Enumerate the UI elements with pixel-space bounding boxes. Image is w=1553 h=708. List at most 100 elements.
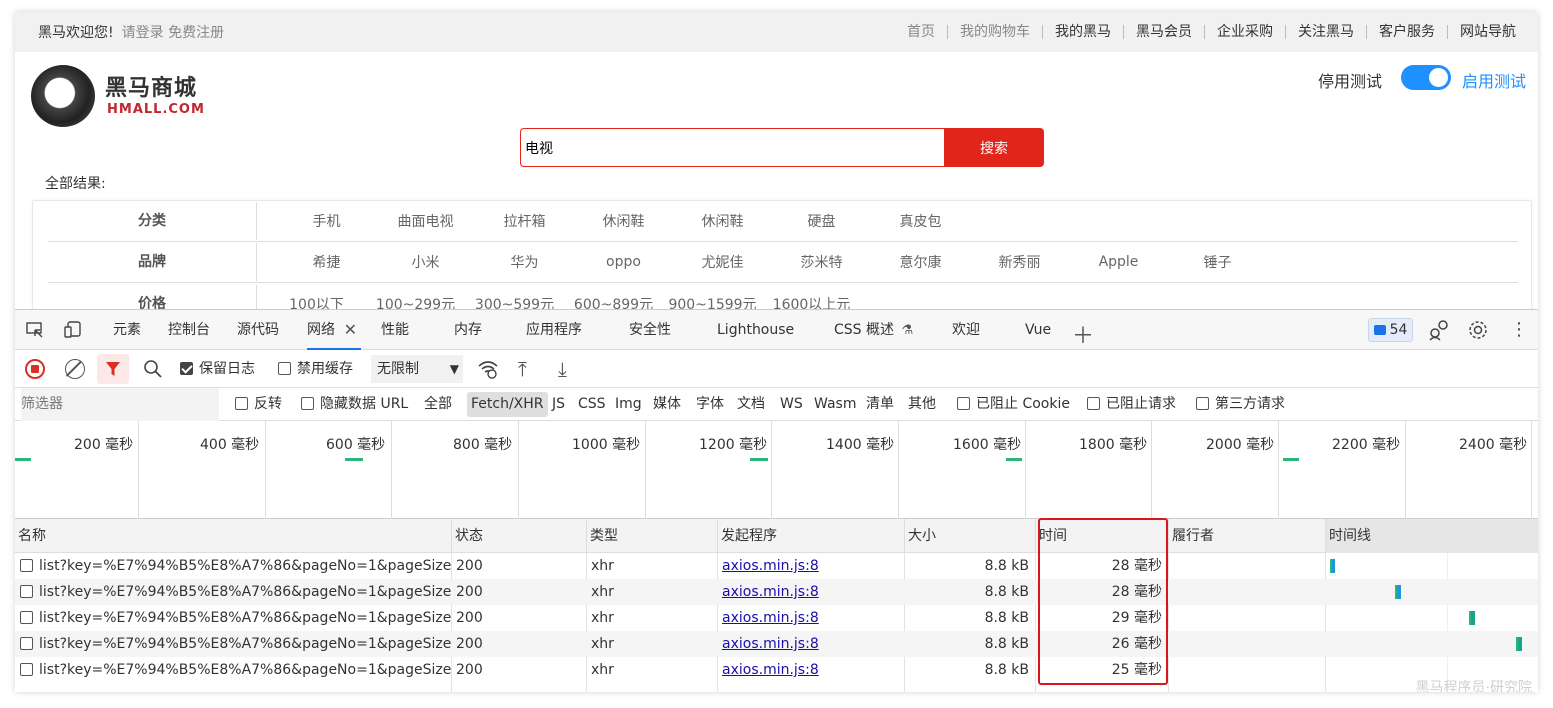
filter-option[interactable]: 休闲鞋 <box>673 211 772 231</box>
type-filter-fetch-xhr[interactable]: Fetch/XHR <box>467 392 548 417</box>
top-link-enterprise[interactable]: 企业采购 <box>1204 25 1285 39</box>
tab-application[interactable]: 应用程序 <box>526 310 582 350</box>
table-row[interactable]: list?key=%E7%94%B5%E8%A7%86&pageNo=1&pag… <box>15 631 1538 657</box>
column-fulfilled-by[interactable]: 履行者 <box>1168 519 1214 553</box>
initiator-link[interactable]: axios.min.js:8 <box>722 558 819 574</box>
search-input[interactable]: 电视 <box>520 128 945 167</box>
type-filter-css[interactable]: CSS <box>578 388 606 421</box>
issues-badge[interactable]: 54 <box>1368 318 1413 342</box>
disable-cache-checkbox[interactable] <box>278 362 291 375</box>
invert-option[interactable]: 反转 <box>235 388 282 421</box>
type-filter-ws[interactable]: WS <box>780 388 803 421</box>
table-row[interactable]: list?key=%E7%94%B5%E8%A7%86&pageNo=1&pag… <box>15 579 1538 605</box>
request-name-cell[interactable]: list?key=%E7%94%B5%E8%A7%86&pageNo=1&pag… <box>15 657 451 683</box>
blocked-requests-option[interactable]: 已阻止请求 <box>1087 388 1176 421</box>
type-filter-media[interactable]: 媒体 <box>653 388 681 421</box>
filter-option[interactable]: 真皮包 <box>871 211 970 231</box>
device-toolbar-icon[interactable] <box>63 320 83 340</box>
top-link-follow[interactable]: 关注黑马 <box>1285 25 1366 39</box>
table-row[interactable]: list?key=%E7%94%B5%E8%A7%86&pageNo=1&pag… <box>15 553 1538 579</box>
request-name-cell[interactable]: list?key=%E7%94%B5%E8%A7%86&pageNo=1&pag… <box>15 605 451 631</box>
initiator-link[interactable]: axios.min.js:8 <box>722 662 819 678</box>
request-name-cell[interactable]: list?key=%E7%94%B5%E8%A7%86&pageNo=1&pag… <box>15 553 451 579</box>
filter-option[interactable]: 新秀丽 <box>970 252 1069 272</box>
row-checkbox[interactable] <box>20 585 33 598</box>
preserve-log-checkbox[interactable] <box>180 362 193 375</box>
tab-welcome[interactable]: 欢迎 <box>952 310 980 350</box>
search-icon[interactable] <box>143 359 163 383</box>
tab-network[interactable]: 网络 ✕ <box>307 310 361 350</box>
type-filter-font[interactable]: 字体 <box>696 388 724 421</box>
settings-gear-icon[interactable] <box>1467 319 1489 341</box>
filter-option[interactable]: 华为 <box>475 252 574 272</box>
third-party-option[interactable]: 第三方请求 <box>1196 388 1285 421</box>
filter-option[interactable]: 休闲鞋 <box>574 211 673 231</box>
column-initiator[interactable]: 发起程序 <box>717 519 777 553</box>
top-link-my-heima[interactable]: 我的黑马 <box>1042 25 1123 39</box>
type-filter-doc[interactable]: 文档 <box>737 388 765 421</box>
network-conditions-icon[interactable] <box>477 358 499 384</box>
type-filter-wasm[interactable]: Wasm <box>814 388 856 421</box>
preserve-log-option[interactable]: 保留日志 <box>180 350 255 388</box>
blocked-cookie-checkbox[interactable] <box>957 397 970 410</box>
filter-input[interactable]: 筛选器 <box>21 388 219 421</box>
invert-checkbox[interactable] <box>235 397 248 410</box>
top-link-service[interactable]: 客户服务 <box>1366 25 1447 39</box>
tab-security[interactable]: 安全性 <box>629 310 671 350</box>
tab-sources[interactable]: 源代码 <box>237 310 279 350</box>
row-checkbox[interactable] <box>20 637 33 650</box>
import-har-icon[interactable]: ⤒ <box>518 357 527 381</box>
filter-option[interactable]: 拉杆箱 <box>475 211 574 231</box>
blocked-requests-checkbox[interactable] <box>1087 397 1100 410</box>
tab-performance[interactable]: 性能 <box>381 310 409 350</box>
column-waterfall[interactable]: 时间线 <box>1325 519 1538 553</box>
initiator-link[interactable]: axios.min.js:8 <box>722 610 819 626</box>
hide-data-url-option[interactable]: 隐藏数据 URL <box>301 388 408 421</box>
hide-data-url-checkbox[interactable] <box>301 397 314 410</box>
tab-memory[interactable]: 内存 <box>454 310 482 350</box>
tab-elements[interactable]: 元素 <box>113 310 141 350</box>
row-checkbox[interactable] <box>20 611 33 624</box>
heima-logo-icon[interactable] <box>31 65 95 127</box>
close-tab-icon[interactable]: ✕ <box>344 310 357 350</box>
filter-option[interactable]: Apple <box>1069 254 1168 270</box>
filter-option[interactable]: 尤妮佳 <box>673 252 772 272</box>
type-filter-img[interactable]: Img <box>615 388 642 421</box>
third-party-checkbox[interactable] <box>1196 397 1209 410</box>
row-checkbox[interactable] <box>20 559 33 572</box>
row-checkbox[interactable] <box>20 663 33 676</box>
column-status[interactable]: 状态 <box>451 519 483 553</box>
connections-icon[interactable] <box>1428 319 1450 341</box>
filter-option[interactable]: 锤子 <box>1168 252 1267 272</box>
column-type[interactable]: 类型 <box>586 519 618 553</box>
type-filter-all[interactable]: 全部 <box>424 388 452 421</box>
login-register-link[interactable]: 请登录 免费注册 <box>122 22 224 42</box>
export-har-icon[interactable]: ⤓ <box>558 357 567 381</box>
filter-option[interactable]: 希捷 <box>277 252 376 272</box>
table-row[interactable]: list?key=%E7%94%B5%E8%A7%86&pageNo=1&pag… <box>15 605 1538 631</box>
filter-option[interactable]: 曲面电视 <box>376 211 475 231</box>
inspect-element-icon[interactable] <box>25 320 45 340</box>
tab-vue[interactable]: Vue <box>1025 310 1051 350</box>
top-link-cart[interactable]: 我的购物车 <box>947 25 1042 39</box>
filter-option[interactable]: 手机 <box>277 211 376 231</box>
throttle-select[interactable]: 无限制 ▼ <box>371 355 463 383</box>
filter-option[interactable]: 意尔康 <box>871 252 970 272</box>
test-toggle-switch[interactable] <box>1401 65 1451 90</box>
initiator-link[interactable]: axios.min.js:8 <box>722 636 819 652</box>
filter-option[interactable]: oppo <box>574 254 673 270</box>
request-name-cell[interactable]: list?key=%E7%94%B5%E8%A7%86&pageNo=1&pag… <box>15 631 451 657</box>
top-link-sitemap[interactable]: 网站导航 <box>1447 25 1528 39</box>
filter-toggle-icon[interactable] <box>97 354 129 384</box>
top-link-member[interactable]: 黑马会员 <box>1123 25 1204 39</box>
column-name[interactable]: 名称 <box>15 519 46 553</box>
initiator-link[interactable]: axios.min.js:8 <box>722 584 819 600</box>
request-name-cell[interactable]: list?key=%E7%94%B5%E8%A7%86&pageNo=1&pag… <box>15 579 451 605</box>
filter-option[interactable]: 莎米特 <box>772 252 871 272</box>
clear-icon[interactable] <box>65 359 85 379</box>
more-options-icon[interactable]: ⋮ <box>1510 319 1528 340</box>
tab-console[interactable]: 控制台 <box>168 310 210 350</box>
type-filter-manifest[interactable]: 清单 <box>866 388 894 421</box>
type-filter-js[interactable]: JS <box>552 388 565 421</box>
search-button[interactable]: 搜索 <box>944 128 1044 167</box>
